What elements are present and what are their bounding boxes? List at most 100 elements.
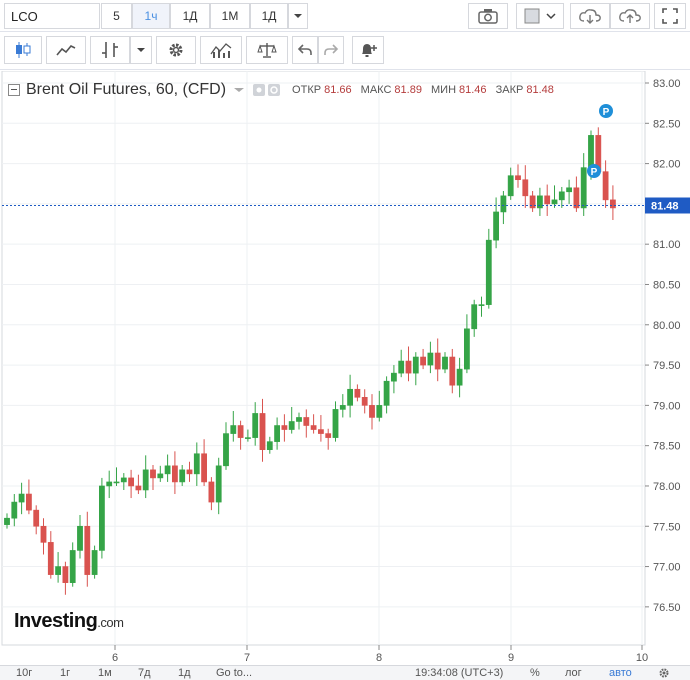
redo-button[interactable] <box>318 36 344 64</box>
candle-body <box>274 425 280 442</box>
range-1d[interactable]: 1д <box>178 667 191 679</box>
drawing-tools-dropdown[interactable] <box>130 36 152 64</box>
fullscreen-button[interactable] <box>654 3 686 29</box>
candle-body <box>150 469 156 479</box>
settings-button[interactable] <box>156 36 196 64</box>
drawing-tools-button[interactable] <box>90 36 130 64</box>
goto-date-button[interactable]: Go to... <box>216 667 252 679</box>
interval-dropdown-button[interactable] <box>288 3 308 29</box>
visibility-settings-icon[interactable] <box>252 83 282 97</box>
candle-body <box>522 179 529 197</box>
candle-body <box>47 542 54 575</box>
candle-body <box>259 413 266 450</box>
candle-body <box>317 429 324 434</box>
layout-square-icon <box>524 8 556 24</box>
close-label: ЗАКР <box>495 84 524 96</box>
price-chart[interactable]: 76.50 77.00 77.50 78.00 78.50 79.00 79.50 80.00… <box>0 71 690 665</box>
chevron-down-icon[interactable] <box>232 85 246 95</box>
studies-button[interactable] <box>200 36 242 64</box>
candle-body <box>463 328 470 370</box>
candle-body <box>551 199 558 205</box>
candle-body <box>179 469 186 483</box>
range-10y[interactable]: 10г <box>16 667 32 679</box>
studies-icon <box>210 43 232 58</box>
add-alert-button[interactable] <box>352 36 384 64</box>
high-value: 81.89 <box>394 84 422 96</box>
candle-body <box>77 525 83 551</box>
candle-body <box>296 417 302 422</box>
gear-icon <box>659 668 669 678</box>
cloud-save-button[interactable] <box>610 3 650 29</box>
percent-toggle[interactable]: % <box>530 667 540 679</box>
compare-button[interactable] <box>246 36 288 64</box>
logo-suffix: .com <box>97 615 124 630</box>
bottom-bar: 10г 1г 1м 7д 1д Go to... 19:34:08 (UTC+3… <box>0 665 690 680</box>
y-tick-label: 78.50 <box>653 441 681 453</box>
candle-body <box>69 550 76 583</box>
open-value: 81.66 <box>324 84 352 96</box>
indicators-button[interactable] <box>46 36 86 64</box>
range-1y[interactable]: 1г <box>60 667 70 679</box>
cloud-download-icon <box>579 9 601 24</box>
candles-style-button[interactable] <box>4 36 42 64</box>
range-1m[interactable]: 1м <box>98 667 112 679</box>
interval-1d[interactable]: 1Д <box>170 3 210 29</box>
candle-body <box>142 469 149 491</box>
legend-collapse-button[interactable] <box>8 84 20 96</box>
candle-body <box>135 485 142 491</box>
candle-body <box>383 380 390 406</box>
close-value: 81.48 <box>526 84 554 96</box>
interval-1m[interactable]: 1М <box>210 3 250 29</box>
y-tick-label: 83.00 <box>653 78 681 90</box>
candle-body <box>4 517 10 525</box>
candle-body <box>172 465 178 483</box>
clock-time: 19:34:08 (UTC+3) <box>415 667 504 679</box>
y-tick-label: 80.50 <box>653 279 681 291</box>
auto-toggle[interactable]: авто <box>609 667 632 679</box>
candle-body <box>420 356 426 366</box>
candle-body <box>157 473 164 479</box>
symbol-input[interactable]: LCO <box>4 3 100 29</box>
alert-bell-icon <box>362 44 377 57</box>
bars-tool-icon <box>102 42 118 58</box>
candle-body <box>266 441 273 450</box>
candle-body <box>376 405 383 418</box>
interval-custom[interactable]: 1Д <box>250 3 288 29</box>
candle-body <box>223 433 229 467</box>
cloud-load-button[interactable] <box>570 3 610 29</box>
interval-1h[interactable]: 1ч <box>132 3 170 29</box>
candle-body <box>354 388 361 398</box>
undo-button[interactable] <box>292 36 318 64</box>
candle-body <box>361 397 368 406</box>
chart-layout-button[interactable] <box>516 3 564 29</box>
candle-body <box>91 550 98 575</box>
candle-body <box>281 425 288 430</box>
candle-body <box>485 239 492 305</box>
candle-body <box>500 195 507 213</box>
candle-body <box>339 405 346 410</box>
open-label: ОТКР <box>292 84 322 96</box>
candle-body <box>471 304 478 330</box>
scales-icon <box>257 43 277 58</box>
candle-body <box>164 465 171 475</box>
candle-body <box>588 135 594 168</box>
candle-body <box>507 175 514 197</box>
low-value: 81.46 <box>459 84 487 96</box>
candle-body <box>478 304 485 306</box>
scale-settings-button[interactable] <box>658 667 670 680</box>
candle-body <box>288 421 295 430</box>
chart-area[interactable]: 76.50 77.00 77.50 78.00 78.50 79.00 79.50 80.00… <box>0 71 690 665</box>
range-7d[interactable]: 7д <box>138 667 151 679</box>
candle-body <box>62 566 69 583</box>
candle-body <box>456 368 463 386</box>
interval-5m[interactable]: 5 <box>101 3 132 29</box>
log-toggle[interactable]: лог <box>565 667 582 679</box>
low-label: МИН <box>431 84 457 96</box>
line-chart-icon <box>56 45 76 56</box>
screenshot-button[interactable] <box>468 3 508 29</box>
cloud-upload-icon <box>619 9 641 23</box>
candle-body <box>347 388 353 406</box>
chart-toolbar <box>0 32 690 70</box>
event-marker-label: P <box>591 167 598 178</box>
plot-border <box>1 71 646 646</box>
